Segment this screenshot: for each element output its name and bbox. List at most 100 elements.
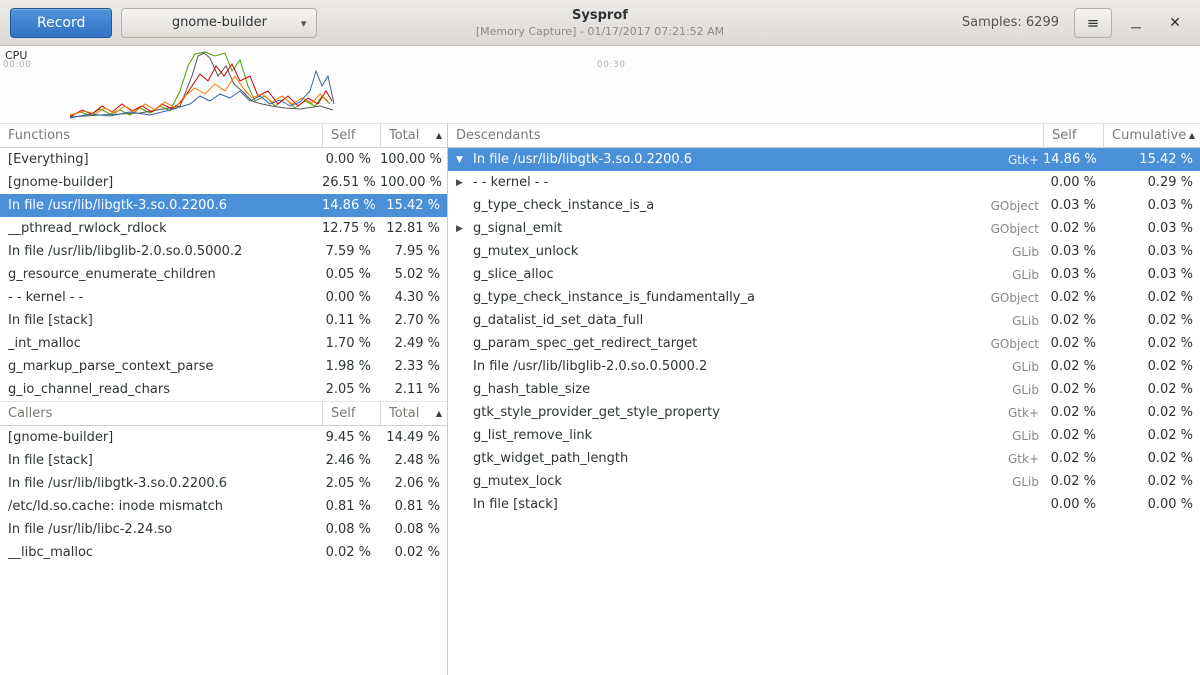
- library-tag: GLib: [973, 268, 1043, 282]
- descendant-row[interactable]: In file [stack]0.00 %0.00 %: [448, 493, 1200, 516]
- library-tag: GLib: [973, 245, 1043, 259]
- sysprof-window: Record gnome-builder ▾ Sysprof [Memory C…: [0, 0, 1200, 675]
- function-row[interactable]: _int_malloc1.70 %2.49 %: [0, 332, 447, 355]
- descendant-row[interactable]: ▶- - kernel - -0.00 %0.29 %: [448, 171, 1200, 194]
- symbol-name-text: In file /usr/lib/libgtk-3.so.0.2200.6: [473, 152, 692, 167]
- descendant-row[interactable]: gtk_style_provider_get_style_propertyGtk…: [448, 401, 1200, 424]
- cumulative-percent: 15.42 %: [1103, 152, 1200, 167]
- descendants-self-column-header[interactable]: Self: [1043, 124, 1103, 147]
- descendant-row[interactable]: In file /usr/lib/libglib-2.0.so.0.5000.2…: [448, 355, 1200, 378]
- symbol-name: gtk_widget_path_length: [448, 451, 973, 466]
- descendant-row[interactable]: ▼In file /usr/lib/libgtk-3.so.0.2200.6Gt…: [448, 148, 1200, 171]
- expander-collapsed-icon[interactable]: ▶: [456, 178, 473, 188]
- symbol-name: g_mutex_lock: [448, 474, 973, 489]
- descendant-row[interactable]: g_mutex_unlockGLib0.03 %0.03 %: [448, 240, 1200, 263]
- descendants-column-header[interactable]: Descendants: [448, 124, 1043, 147]
- cpu-graph[interactable]: CPU 00:00 00:30: [0, 46, 1200, 123]
- self-percent: 2.46 %: [322, 453, 380, 468]
- cpu-green-line: [70, 52, 330, 116]
- close-button[interactable]: ✕: [1160, 8, 1190, 38]
- minimize-button[interactable]: ─: [1121, 8, 1151, 38]
- cumulative-percent: 0.02 %: [1103, 405, 1200, 420]
- caller-row[interactable]: __libc_malloc0.02 %0.02 %: [0, 541, 447, 564]
- total-percent: 2.06 %: [380, 476, 447, 491]
- total-percent: 2.11 %: [380, 382, 447, 397]
- library-tag: GLib: [973, 475, 1043, 489]
- self-column-header[interactable]: Self: [322, 124, 380, 147]
- symbol-name: In file /usr/lib/libglib-2.0.so.0.5000.2: [448, 359, 973, 374]
- cpu-orange-line: [70, 76, 328, 115]
- expander-collapsed-icon[interactable]: ▶: [456, 224, 473, 234]
- time-label-start: 00:00: [3, 60, 31, 70]
- symbol-name-text: In file [stack]: [473, 497, 558, 512]
- self-percent: 0.00 %: [322, 152, 380, 167]
- symbol-name: In file [stack]: [448, 497, 973, 512]
- profile-target-dropdown[interactable]: gnome-builder ▾: [121, 8, 317, 38]
- descendant-row[interactable]: gtk_widget_path_lengthGtk+0.02 %0.02 %: [448, 447, 1200, 470]
- function-row[interactable]: [gnome-builder]26.51 %100.00 %: [0, 171, 447, 194]
- cpu-dark-line: [70, 53, 333, 117]
- total-percent: 7.95 %: [380, 244, 447, 259]
- self-percent: 0.02 %: [1043, 405, 1103, 420]
- menu-button[interactable]: ≡: [1074, 8, 1112, 38]
- descendants-tree: ▼In file /usr/lib/libgtk-3.so.0.2200.6Gt…: [448, 148, 1200, 516]
- descendant-row[interactable]: g_type_check_instance_is_fundamentally_a…: [448, 286, 1200, 309]
- cumulative-percent: 0.03 %: [1103, 244, 1200, 259]
- caller-row[interactable]: In file /usr/lib/libgtk-3.so.0.2200.62.0…: [0, 472, 447, 495]
- symbol-name: In file /usr/lib/libglib-2.0.so.0.5000.2: [0, 244, 322, 259]
- functions-column-header[interactable]: Functions: [0, 124, 322, 147]
- descendant-row[interactable]: g_hash_table_sizeGLib0.02 %0.02 %: [448, 378, 1200, 401]
- descendants-header: Descendants Self Cumulative ▲: [448, 123, 1200, 148]
- self-percent: 0.02 %: [1043, 359, 1103, 374]
- callers-self-column-header[interactable]: Self: [322, 402, 380, 425]
- callgraph-panes: Functions Self Total ▲ [Everything]0.00 …: [0, 123, 1200, 675]
- function-row[interactable]: __pthread_rwlock_rdlock12.75 %12.81 %: [0, 217, 447, 240]
- self-percent: 0.00 %: [1043, 497, 1103, 512]
- function-row[interactable]: [Everything]0.00 %100.00 %: [0, 148, 447, 171]
- self-percent: 0.02 %: [322, 545, 380, 560]
- descendant-row[interactable]: ▶g_signal_emitGObject0.02 %0.03 %: [448, 217, 1200, 240]
- caller-row[interactable]: In file /usr/lib/libc-2.24.so0.08 %0.08 …: [0, 518, 447, 541]
- function-row[interactable]: g_resource_enumerate_children0.05 %5.02 …: [0, 263, 447, 286]
- symbol-name: ▼In file /usr/lib/libgtk-3.so.0.2200.6: [448, 152, 973, 167]
- function-row[interactable]: In file [stack]0.11 %2.70 %: [0, 309, 447, 332]
- descendant-row[interactable]: g_mutex_lockGLib0.02 %0.02 %: [448, 470, 1200, 493]
- self-percent: 0.02 %: [1043, 428, 1103, 443]
- cumulative-percent: 0.02 %: [1103, 290, 1200, 305]
- self-percent: 14.86 %: [322, 198, 380, 213]
- function-row[interactable]: g_io_channel_read_chars2.05 %2.11 %: [0, 378, 447, 401]
- total-percent: 4.30 %: [380, 290, 447, 305]
- function-row[interactable]: g_markup_parse_context_parse1.98 %2.33 %: [0, 355, 447, 378]
- callers-column-header[interactable]: Callers: [0, 402, 322, 425]
- library-tag: GObject: [973, 291, 1043, 305]
- function-row[interactable]: In file /usr/lib/libglib-2.0.so.0.5000.2…: [0, 240, 447, 263]
- total-percent: 0.02 %: [380, 545, 447, 560]
- descendant-row[interactable]: g_type_check_instance_is_aGObject0.03 %0…: [448, 194, 1200, 217]
- caller-row[interactable]: /etc/ld.so.cache: inode mismatch0.81 %0.…: [0, 495, 447, 518]
- descendant-row[interactable]: g_param_spec_get_redirect_targetGObject0…: [448, 332, 1200, 355]
- caller-row[interactable]: In file [stack]2.46 %2.48 %: [0, 449, 447, 472]
- expander-expanded-icon[interactable]: ▼: [456, 155, 473, 165]
- minimize-icon: ─: [1131, 19, 1141, 35]
- cumulative-column-header[interactable]: Cumulative ▲: [1103, 124, 1200, 147]
- function-row[interactable]: In file /usr/lib/libgtk-3.so.0.2200.614.…: [0, 194, 447, 217]
- total-percent: 12.81 %: [380, 221, 447, 236]
- symbol-name-text: In file /usr/lib/libglib-2.0.so.0.5000.2: [473, 359, 707, 374]
- total-percent: 100.00 %: [380, 152, 447, 167]
- symbol-name: g_param_spec_get_redirect_target: [448, 336, 973, 351]
- descendant-row[interactable]: g_slice_allocGLib0.03 %0.03 %: [448, 263, 1200, 286]
- total-percent: 15.42 %: [380, 198, 447, 213]
- symbol-name: g_slice_alloc: [448, 267, 973, 282]
- self-percent: 12.75 %: [322, 221, 380, 236]
- total-column-header[interactable]: Total ▲: [380, 124, 447, 147]
- callers-total-column-header[interactable]: Total ▲: [380, 402, 447, 425]
- descendant-row[interactable]: g_datalist_id_set_data_fullGLib0.02 %0.0…: [448, 309, 1200, 332]
- record-button[interactable]: Record: [10, 8, 112, 38]
- function-row[interactable]: - - kernel - -0.00 %4.30 %: [0, 286, 447, 309]
- cumulative-percent: 0.29 %: [1103, 175, 1200, 190]
- cumulative-percent: 0.02 %: [1103, 428, 1200, 443]
- cumulative-percent: 0.02 %: [1103, 451, 1200, 466]
- caller-row[interactable]: [gnome-builder]9.45 %14.49 %: [0, 426, 447, 449]
- symbol-name-text: g_param_spec_get_redirect_target: [473, 336, 697, 351]
- descendant-row[interactable]: g_list_remove_linkGLib0.02 %0.02 %: [448, 424, 1200, 447]
